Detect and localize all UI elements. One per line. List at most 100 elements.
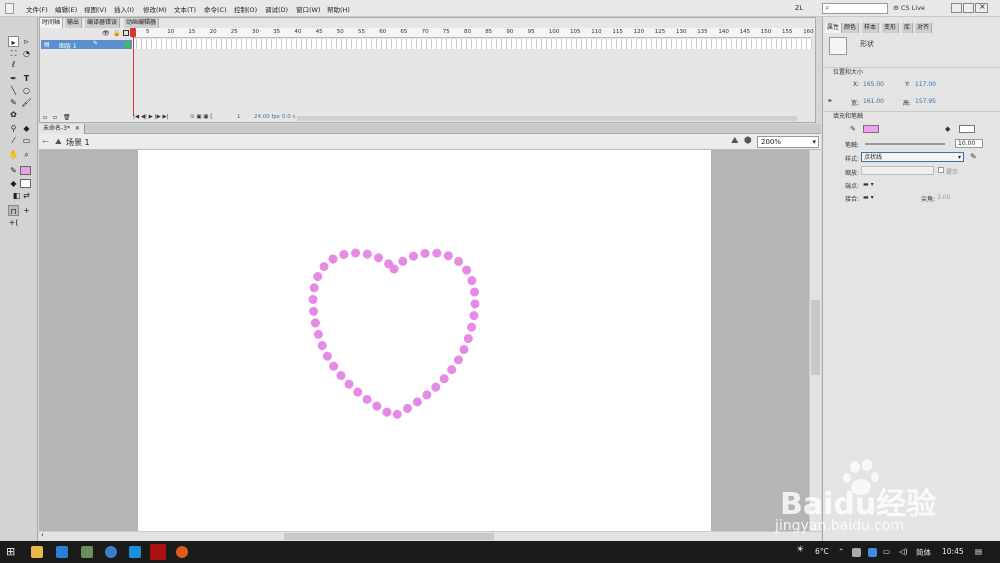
menu-edit[interactable]: 编辑(E) [55, 4, 77, 14]
show-hide-icon[interactable]: 👁 [102, 30, 110, 37]
lasso-tool-icon[interactable]: ℓ [8, 59, 19, 70]
miter-value[interactable]: 3.00 [937, 194, 950, 201]
h-value[interactable]: 157.95 [915, 98, 936, 105]
cs-live-button[interactable]: ⚙ CS Live [893, 4, 925, 12]
stage-horizontal-scrollbar[interactable]: ‹ [39, 531, 821, 541]
line-tool-icon[interactable]: ╲ [8, 85, 19, 96]
outline-icon[interactable] [123, 30, 129, 36]
menu-control[interactable]: 控制(O) [234, 4, 257, 14]
notifications-icon[interactable]: ▤ [975, 547, 982, 556]
bone-tool-icon[interactable]: ⚲ [8, 123, 19, 134]
stage[interactable] [138, 150, 711, 531]
new-folder-icon[interactable]: ▫ [53, 114, 57, 121]
hint-checkbox[interactable] [938, 167, 944, 173]
volume-icon[interactable]: ◁) [899, 547, 908, 556]
w-value[interactable]: 161.00 [863, 98, 884, 105]
app-icon[interactable] [5, 3, 14, 14]
y-value[interactable]: 117.00 [915, 81, 936, 88]
menu-modify[interactable]: 修改(M) [143, 4, 167, 14]
menu-insert[interactable]: 插入(I) [114, 4, 134, 14]
stroke-color-swatch[interactable] [863, 125, 879, 133]
layer-row[interactable]: ▤ 图层 1 ✎ [41, 40, 132, 50]
vertical-scroll-thumb[interactable] [811, 300, 820, 375]
onion-skin-icons[interactable]: ⊙ ▣ ▣ ⟦ [190, 114, 213, 120]
stroke-color-swatch[interactable] [20, 166, 31, 175]
tab-properties[interactable]: 属性 [825, 23, 843, 33]
fill-color-swatch[interactable] [959, 125, 975, 133]
smooth-icon[interactable]: + [21, 205, 32, 216]
free-transform-tool-icon[interactable]: ⛶ [8, 48, 19, 59]
zoom-tool-icon[interactable]: ⌕ [21, 149, 32, 160]
tab-align[interactable]: 对齐 [915, 23, 933, 33]
deco-tool-icon[interactable]: ✿ [8, 109, 19, 120]
eyedropper-tool-icon[interactable]: ⁄ [8, 135, 19, 146]
menu-text[interactable]: 文本(T) [174, 4, 196, 14]
close-tab-icon[interactable]: ✕ [75, 125, 80, 132]
tab-color[interactable]: 颜色 [842, 23, 860, 33]
oval-tool-icon[interactable]: ○ [21, 85, 32, 96]
stroke-slider[interactable] [865, 143, 945, 145]
playback-controls[interactable]: |◀ ◀| ▶ |▶ ▶| [133, 114, 169, 120]
straighten-icon[interactable]: +( [8, 217, 19, 228]
timeline-hscroll[interactable] [297, 116, 797, 121]
paint-bucket-tool-icon[interactable]: ◆ [21, 123, 32, 134]
edit-style-icon[interactable]: ✎ [970, 152, 977, 161]
stroke-width-input[interactable]: 10.00 [955, 139, 983, 148]
file-explorer-icon[interactable] [31, 546, 43, 558]
position-size-section[interactable]: 位置和大小 [823, 67, 1000, 76]
horizontal-scroll-thumb[interactable] [284, 533, 494, 540]
edge-icon[interactable] [56, 546, 68, 558]
edit-scene-icon[interactable]: ⛰ [731, 136, 739, 146]
tab-motion-editor[interactable]: 动画编辑器 [124, 18, 160, 28]
zoom-select[interactable]: 200% ▾ [757, 136, 819, 148]
join-select[interactable]: ▬ ▾ [863, 194, 874, 201]
flash-app-icon[interactable] [150, 544, 166, 560]
menu-window[interactable]: 窗口(W) [296, 4, 321, 14]
fill-color-icon[interactable]: ◆ [8, 178, 19, 189]
back-arrow-icon[interactable]: ← [42, 137, 49, 146]
frame-ruler[interactable]: 5 10 15 20 25 30 35 40 45 50 55 60 65 70 75 80 85 90 95 100… [132, 28, 814, 38]
pencil-tool-icon[interactable]: ✎ [8, 97, 19, 108]
delete-layer-icon[interactable]: 🗑 [63, 114, 71, 121]
menu-help[interactable]: 帮助(H) [327, 4, 350, 14]
new-layer-icon[interactable]: ▫ [43, 114, 47, 121]
pasteboard[interactable] [39, 150, 821, 531]
subselection-tool-icon[interactable]: ▹ [21, 36, 32, 47]
tab-swatches[interactable]: 样本 [862, 23, 880, 33]
tray-app-icon[interactable] [852, 548, 861, 557]
tab-transform[interactable]: 变形 [882, 23, 900, 33]
tab-timeline[interactable]: 时间轴 [40, 18, 64, 28]
hand-tool-icon[interactable]: ✋ [8, 149, 19, 160]
text-tool-icon[interactable]: T [21, 73, 32, 84]
cap-select[interactable]: ▬ ▾ [863, 181, 874, 188]
brush-tool-icon[interactable]: 🖌 [21, 97, 32, 108]
document-tab[interactable]: 未命名-3* ✕ [39, 124, 85, 134]
playhead-handle[interactable] [130, 28, 136, 37]
scene-name[interactable]: 场景 1 [66, 137, 90, 148]
scroll-left-icon[interactable]: ‹ [41, 531, 44, 539]
menu-debug[interactable]: 调试(D) [265, 4, 288, 14]
clock[interactable]: 10:45 [942, 547, 964, 556]
selection-tool-icon[interactable]: ▸ [8, 36, 19, 47]
x-value[interactable]: 165.00 [863, 81, 884, 88]
workspace-switcher[interactable]: ZL [795, 4, 803, 12]
browser-icon[interactable] [176, 546, 188, 558]
app-icon-1[interactable] [81, 546, 93, 558]
app-icon-2[interactable] [105, 546, 117, 558]
lock-ratio-icon[interactable]: ⚭ [827, 97, 833, 105]
snap-to-objects-icon[interactable]: ⊓ [8, 205, 19, 216]
menu-commands[interactable]: 命令(C) [204, 4, 227, 14]
tab-compiler-errors[interactable]: 编译器错误 [85, 18, 121, 28]
help-search-input[interactable]: ⌕ [822, 3, 888, 14]
menu-file[interactable]: 文件(F) [26, 4, 48, 14]
network-icon[interactable]: ▭ [883, 547, 890, 556]
tab-library[interactable]: 库 [902, 23, 914, 33]
frame-track[interactable] [132, 39, 812, 49]
restore-button[interactable] [963, 3, 974, 13]
heart-shape[interactable] [138, 150, 711, 531]
tray-chevron-icon[interactable]: ⌃ [838, 547, 844, 556]
stroke-color-icon[interactable]: ✎ [8, 165, 19, 176]
swap-colors-icon[interactable]: ⇄ [21, 190, 32, 201]
fill-stroke-section[interactable]: 填充和笔触 [823, 111, 1000, 120]
tab-output[interactable]: 输出 [65, 18, 83, 28]
